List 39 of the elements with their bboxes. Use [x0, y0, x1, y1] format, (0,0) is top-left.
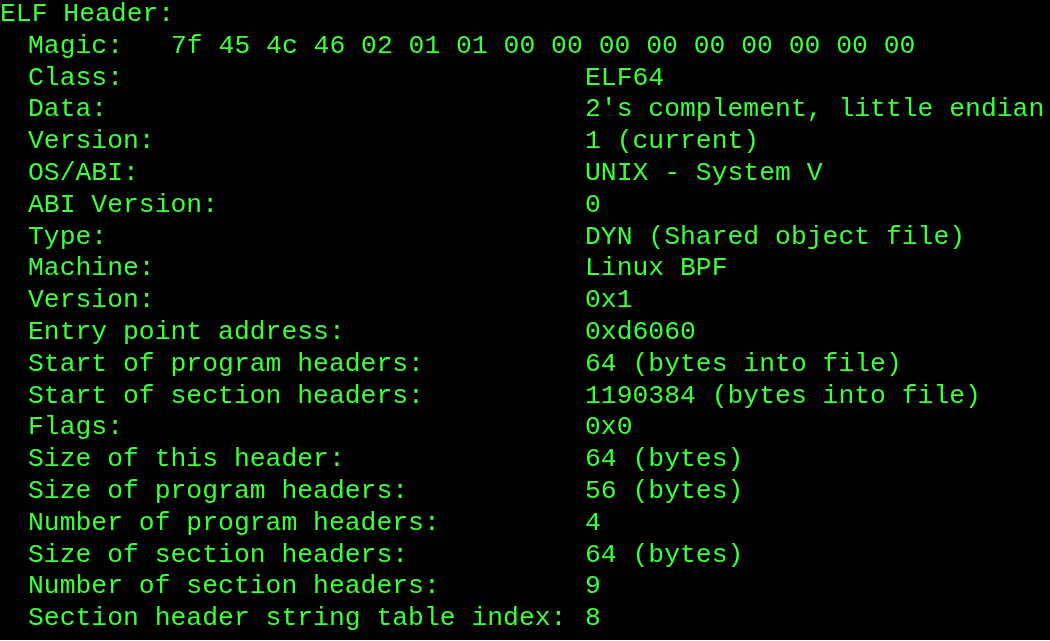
- field-value: 0xd6060: [585, 316, 696, 349]
- field-label: Type:: [28, 221, 109, 254]
- field-label: ABI Version:: [28, 189, 220, 222]
- field-value: 7f 45 4c 46 02 01 01 00 00 00 00 00 00 00 00 00: [171, 30, 916, 63]
- field-label: Size of this header:: [28, 444, 346, 476]
- field-value: Linux BPF: [585, 253, 728, 286]
- field-label: Section header string table index:: [28, 603, 568, 635]
- field-value: 0x1: [585, 285, 633, 317]
- field-value: ELF64: [585, 62, 665, 95]
- field-label: Start of section headers:: [28, 380, 425, 413]
- field-label: Number of program headers:: [28, 507, 441, 540]
- field-label: Start of program headers:: [28, 348, 425, 381]
- field-value: DYN (Shared object file): [585, 221, 966, 254]
- field-label: Size of section headers:: [28, 539, 410, 572]
- field-value: 64 (bytes): [585, 444, 744, 476]
- field-value: UNIX - System V: [585, 158, 823, 190]
- field-label: Machine:: [28, 253, 156, 286]
- field-label: Data:: [28, 94, 109, 127]
- heading: ELF Header:: [0, 0, 175, 31]
- field-value: 64 (bytes into file): [585, 348, 902, 381]
- field-value: 8: [585, 603, 601, 635]
- field-label: Version:: [28, 126, 156, 158]
- field-value: 4: [585, 507, 601, 540]
- field-value: 0: [585, 189, 601, 222]
- field-value: 1 (current): [585, 126, 760, 158]
- field-value: 0x0: [585, 412, 633, 445]
- field-label: Size of program headers:: [28, 475, 410, 508]
- field-value: 1190384 (bytes into file): [585, 380, 981, 413]
- field-value: 56 (bytes): [585, 475, 744, 508]
- field-label: Magic:: [28, 30, 124, 63]
- field-label: OS/ABI:: [28, 158, 140, 190]
- field-value: 64 (bytes): [585, 539, 744, 572]
- field-label: Class:: [28, 62, 125, 95]
- field-value: 2's complement, little endian: [585, 94, 1045, 127]
- field-label: Entry point address:: [28, 316, 346, 349]
- field-value: 9: [585, 571, 601, 604]
- field-label: Version:: [28, 285, 156, 317]
- field-label: Flags:: [28, 412, 125, 445]
- field-label: Number of section headers:: [28, 571, 441, 604]
